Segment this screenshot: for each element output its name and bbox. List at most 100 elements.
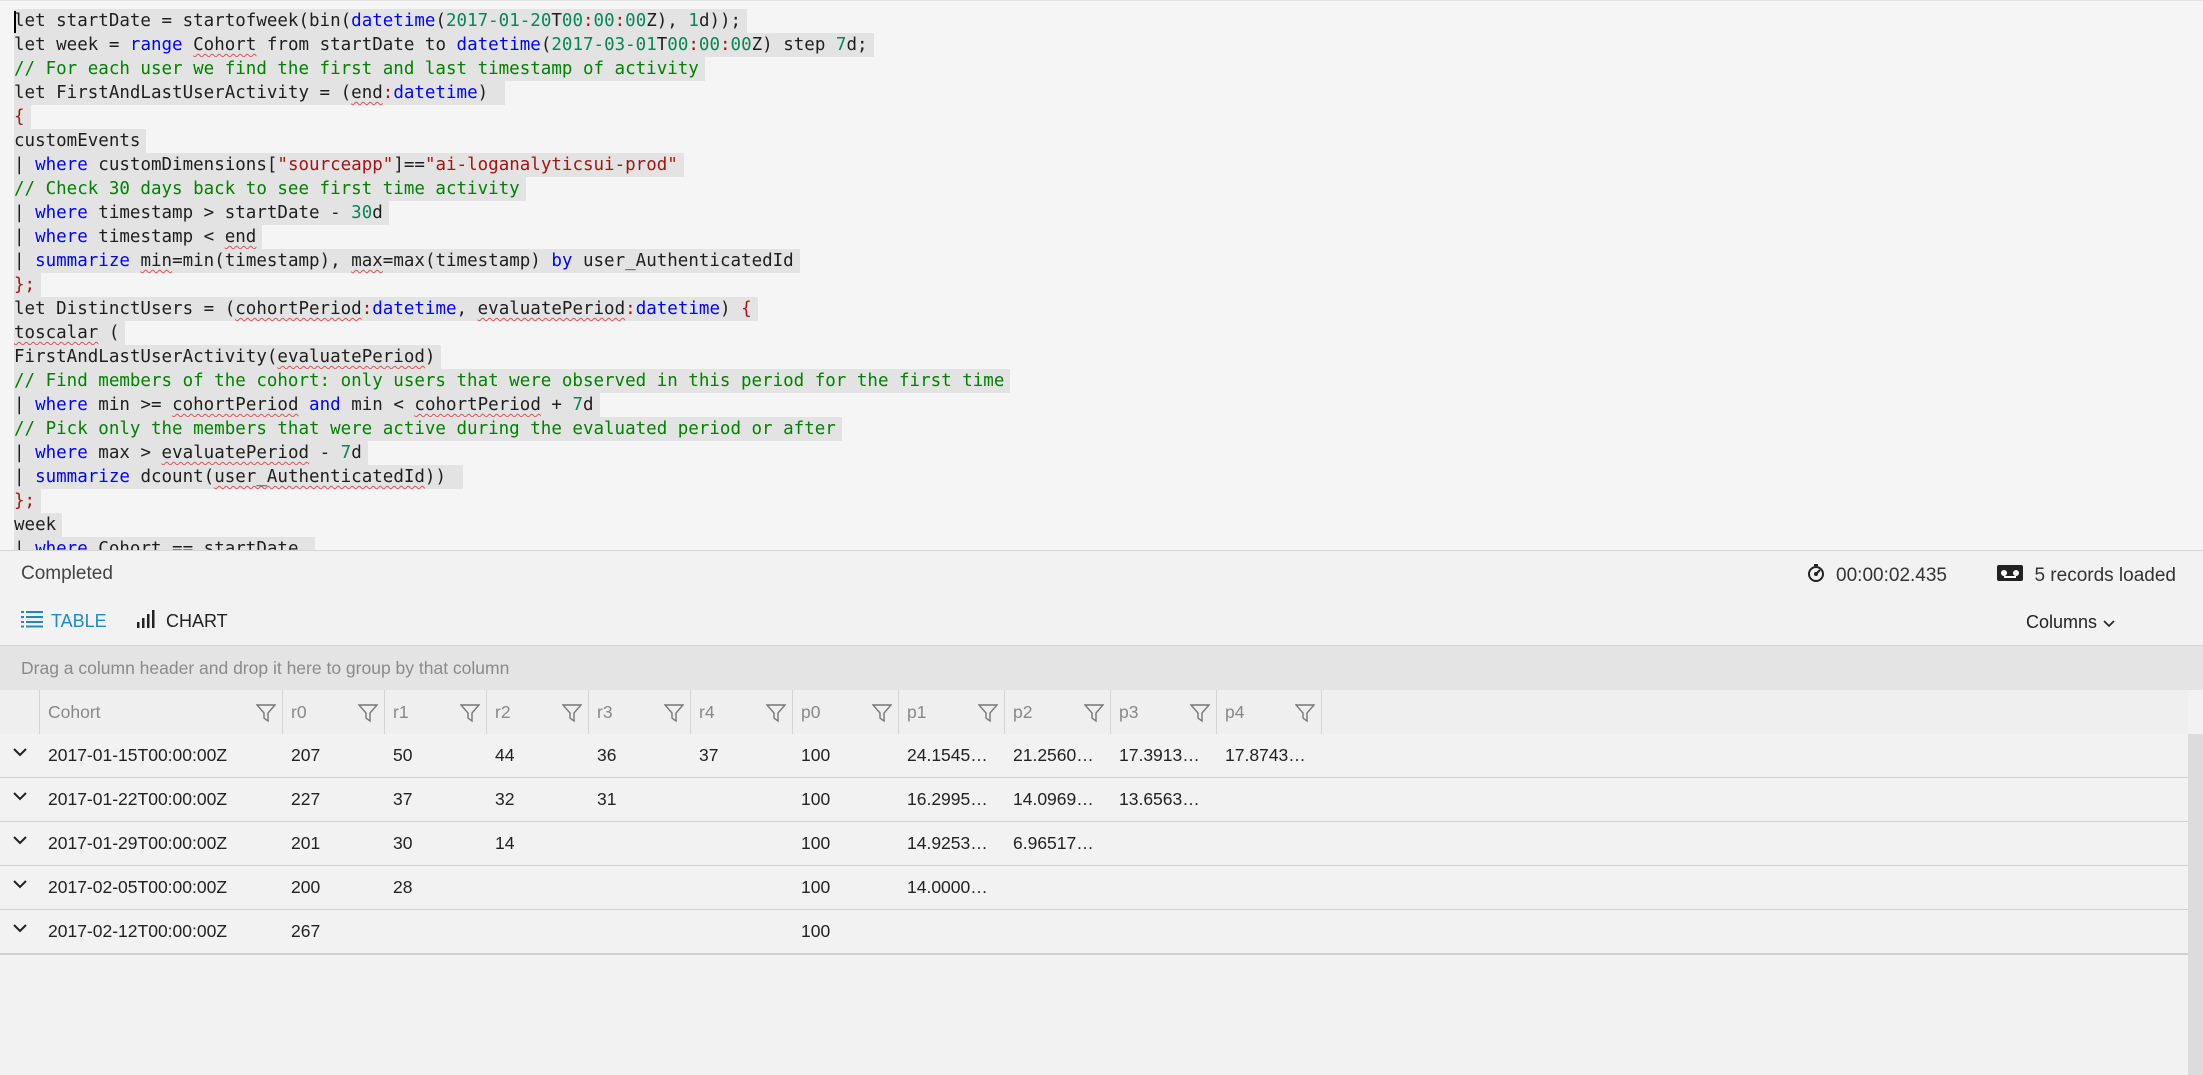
code-token: let FirstAndLastUserActivity = ( <box>14 83 352 103</box>
code-line: }; <box>14 273 42 297</box>
filter-icon[interactable] <box>871 703 893 728</box>
cell-r1: 28 <box>393 877 413 897</box>
column-header-p0[interactable]: p0 <box>793 690 899 734</box>
code-token: "sourceapp" <box>277 155 394 175</box>
filter-icon[interactable] <box>1294 703 1316 728</box>
cell-p1: 16.2995… <box>907 789 988 809</box>
code-token: ( <box>435 11 446 31</box>
code-token: d <box>372 203 383 223</box>
table-row[interactable]: 2017-02-12T00:00:00Z 267 100 <box>0 910 2188 955</box>
column-header-r0[interactable]: r0 <box>283 690 385 734</box>
cell-r3: 36 <box>597 745 617 765</box>
cell-r1: 30 <box>393 833 413 853</box>
code-token: user_AuthenticatedId <box>214 467 425 487</box>
cell-r3 <box>597 910 689 953</box>
table-list-icon <box>21 610 43 633</box>
vertical-scrollbar[interactable] <box>2188 734 2203 1075</box>
chevron-down-icon[interactable] <box>12 789 28 807</box>
code-line: { <box>14 105 31 129</box>
column-header-p4[interactable]: p4 <box>1217 690 1322 734</box>
records-icon <box>1996 563 2024 589</box>
chevron-down-icon[interactable] <box>12 745 28 763</box>
cell-p2: 6.96517… <box>1013 833 1094 853</box>
cell-p4 <box>1225 822 1320 865</box>
cell-p0: 100 <box>801 877 831 897</box>
filter-icon[interactable] <box>1083 703 1105 728</box>
chevron-down-icon[interactable] <box>12 921 28 939</box>
code-token: // Pick only the members that were activ… <box>14 419 836 439</box>
code-token: dcount( <box>129 467 215 487</box>
columns-button-label: Columns <box>2025 612 2097 632</box>
column-header-cohort[interactable]: Cohort <box>40 690 283 734</box>
code-token: ) <box>424 347 436 367</box>
column-header-r2[interactable]: r2 <box>487 690 589 734</box>
table-row[interactable]: 2017-01-29T00:00:00Z 201 30 14 100 14.9253… 6.… <box>0 822 2188 867</box>
code-token: "ai-loganalyticsui-prod" <box>424 155 678 175</box>
table-row[interactable]: 2017-01-22T00:00:00Z 227 37 32 31 100 16.2995…… <box>0 778 2188 823</box>
code-token: FirstAndLastUserActivity( <box>14 347 278 367</box>
cell-p3 <box>1119 866 1215 909</box>
filter-icon[interactable] <box>663 703 685 728</box>
code-token: ( <box>98 323 120 343</box>
bar-chart-icon <box>136 610 158 633</box>
table-row[interactable]: 2017-02-05T00:00:00Z 200 28 100 14.0000… <box>0 866 2188 911</box>
filter-icon[interactable] <box>561 703 583 728</box>
filter-icon[interactable] <box>255 703 277 728</box>
query-editor[interactable]: let startDate = startofweek(bin( datetime… <box>0 0 2203 551</box>
query-status: Completed <box>21 563 113 584</box>
code-token: | <box>14 155 36 175</box>
cell-p2 <box>1013 866 1109 909</box>
tab-table-label: TABLE <box>51 611 107 631</box>
code-token: datetime <box>456 35 541 55</box>
code-token: | <box>14 227 36 247</box>
code-line: let week = range Cohort from startDate t… <box>14 33 874 57</box>
cell-r1: 37 <box>393 789 413 809</box>
chevron-down-icon[interactable] <box>12 877 28 895</box>
column-header-p3[interactable]: p3 <box>1111 690 1217 734</box>
filter-icon[interactable] <box>459 703 481 728</box>
code-token: 00 <box>698 35 720 55</box>
cell-p2 <box>1013 910 1109 953</box>
filter-icon[interactable] <box>977 703 999 728</box>
filter-icon[interactable] <box>357 703 379 728</box>
column-header-p1[interactable]: p1 <box>899 690 1005 734</box>
code-token: ]== <box>393 155 425 175</box>
code-token: 00 <box>561 11 583 31</box>
cell-p2: 21.2560… <box>1013 745 1094 765</box>
cell-r4 <box>699 866 791 909</box>
code-token: : <box>582 11 594 31</box>
column-header-label: p2 <box>1013 702 1033 722</box>
cell-r4 <box>699 822 791 865</box>
column-header-r1[interactable]: r1 <box>385 690 487 734</box>
column-header-p2[interactable]: p2 <box>1005 690 1111 734</box>
code-token: { <box>14 107 25 127</box>
tab-chart[interactable]: CHART <box>136 610 228 633</box>
cell-r0: 207 <box>291 745 321 765</box>
cell-p0: 100 <box>801 789 831 809</box>
code-token: : <box>361 299 373 319</box>
cell-r4 <box>699 910 791 953</box>
code-token: 00 <box>625 11 647 31</box>
code-token: evaluatePeriod <box>277 347 425 367</box>
code-token: Cohort <box>193 35 257 55</box>
column-header-r3[interactable]: r3 <box>589 690 691 734</box>
code-line: customEvents <box>14 129 147 153</box>
code-token: let startDate = startofweek(bin( <box>14 11 352 31</box>
code-line: | where Cohort == startDate <box>14 537 316 551</box>
tab-table[interactable]: TABLE <box>21 610 107 633</box>
code-line: | where timestamp < end <box>14 225 263 249</box>
code-token: end <box>224 227 257 247</box>
filter-icon[interactable] <box>1189 703 1211 728</box>
table-row[interactable]: 2017-01-15T00:00:00Z 207 50 44 36 37 100 24.154… <box>0 734 2188 779</box>
cell-cohort: 2017-01-22T00:00:00Z <box>48 789 228 809</box>
group-by-drop-zone[interactable]: Drag a column header and drop it here to… <box>0 645 2203 692</box>
columns-button[interactable]: Columns <box>2026 612 2115 633</box>
code-token: 7 <box>835 35 847 55</box>
code-token: ) <box>477 83 499 103</box>
code-token: )) <box>424 467 457 487</box>
filter-icon[interactable] <box>765 703 787 728</box>
chevron-down-icon[interactable] <box>12 833 28 851</box>
column-header-r4[interactable]: r4 <box>691 690 793 734</box>
elapsed-time: 00:00:02.435 <box>1806 563 1947 589</box>
